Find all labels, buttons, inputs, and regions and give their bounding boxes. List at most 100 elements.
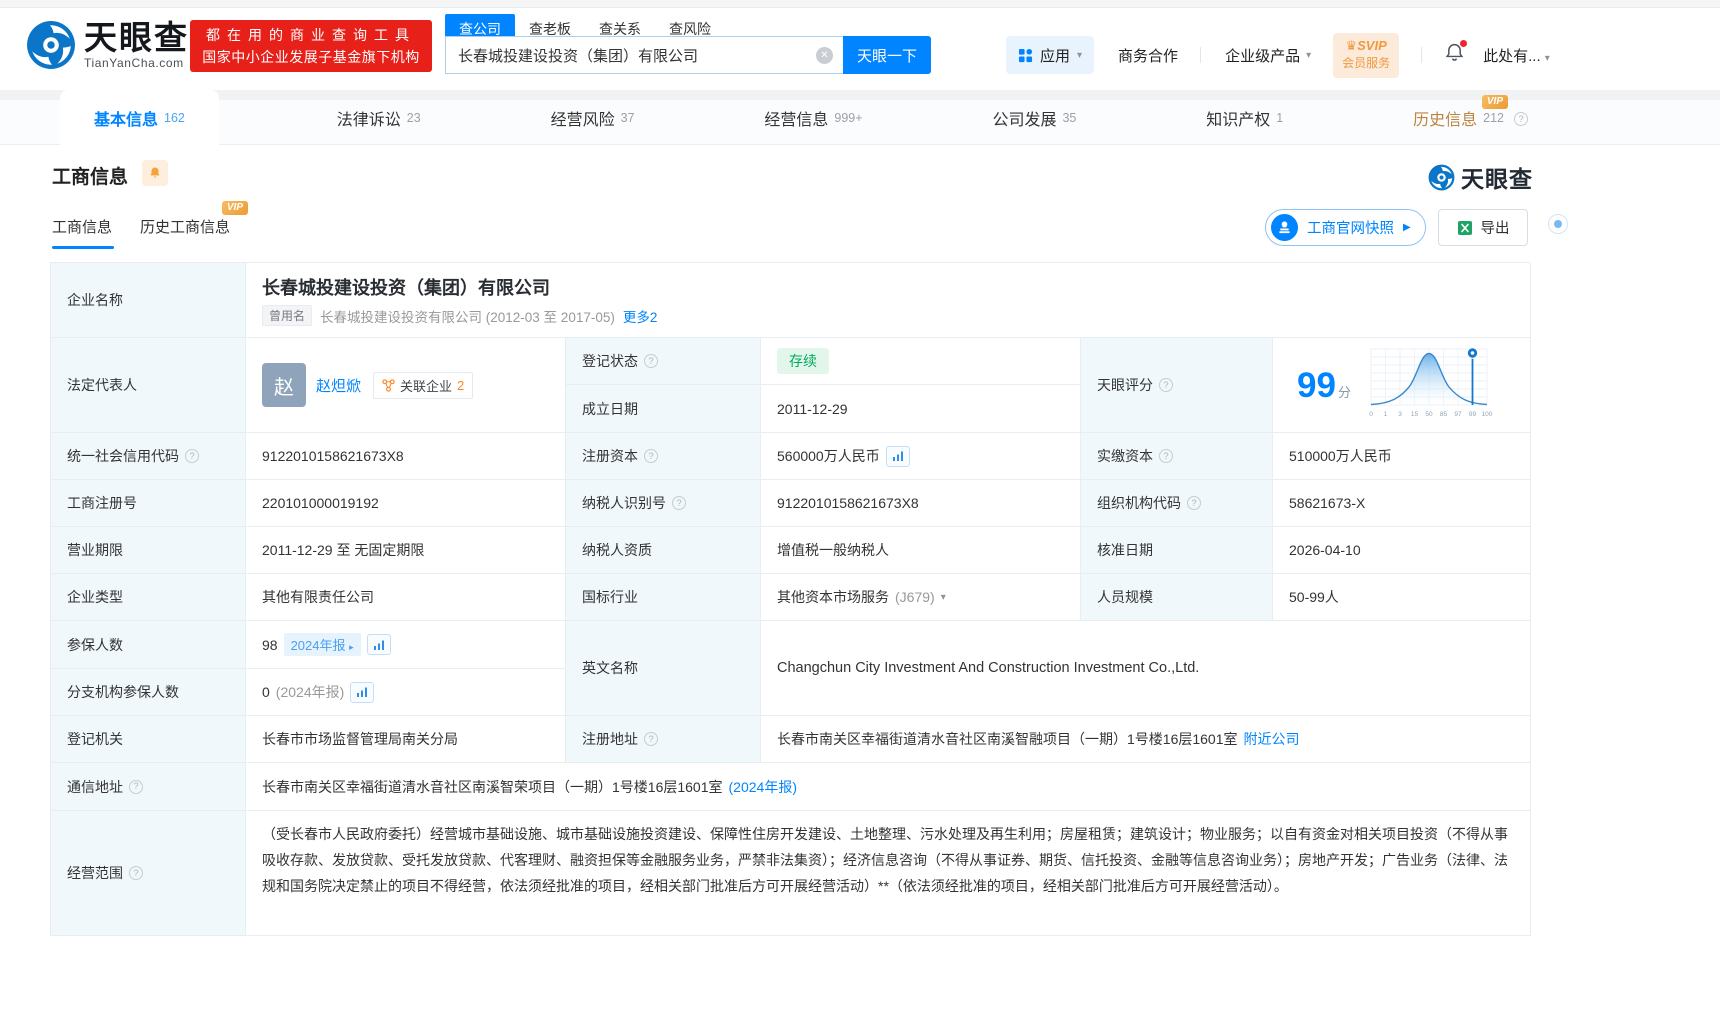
svip-member-button[interactable]: ♛SVIP 会员服务 (1333, 32, 1400, 78)
field-label-reg-capital: 注册资本 (566, 433, 761, 480)
field-label-reg-address: 注册地址 (566, 716, 761, 763)
widget-dot-icon (1554, 220, 1562, 228)
help-icon[interactable] (644, 354, 658, 368)
org-code-value: 58621673-X (1273, 480, 1531, 527)
promo-badge: 都在用的商业查询工具 国家中小企业发展子基金旗下机构 (190, 20, 432, 72)
field-label-establish-date: 成立日期 (566, 385, 761, 433)
tab-count: 37 (620, 110, 635, 125)
promo-line2: 国家中小企业发展子基金旗下机构 (202, 49, 420, 65)
export-label: 导出 (1480, 221, 1510, 237)
svg-text:97: 97 (1454, 411, 1462, 418)
username: 此处有... (1483, 47, 1541, 65)
help-icon[interactable] (644, 732, 658, 746)
user-menu[interactable]: 此处有... ▾ (1483, 45, 1550, 66)
tab-legal-litigation[interactable]: 法律诉讼 23 (325, 90, 433, 145)
monitor-bell-button[interactable] (142, 160, 168, 186)
subtab-business-registration[interactable]: 工商信息 (52, 216, 115, 249)
section-title: 工商信息 (52, 167, 129, 188)
tab-history-info[interactable]: VIP 历史信息 212 (1401, 90, 1530, 145)
tyc-score-cell[interactable]: 99 分 0 1 3 15 50 85 97 99 100 (1273, 338, 1531, 433)
tab-count: 23 (406, 110, 421, 125)
page: 天眼查 TianYanCha.com 都在用的商业查询工具 国家中小企业发展子基… (0, 0, 1720, 1036)
legal-rep-name-link[interactable]: 赵炟焮 (316, 375, 361, 396)
help-icon[interactable] (672, 496, 686, 510)
help-icon[interactable] (1159, 378, 1173, 392)
subtab-label: 历史工商信息 (140, 219, 231, 236)
apps-label: 应用 (1040, 47, 1071, 65)
clear-search-icon[interactable]: ✕ (816, 46, 833, 64)
field-label-approval-date: 核准日期 (1081, 527, 1273, 574)
mail-address-cell: 长春市南关区幸福街道清水音社区南溪智荣项目（一期）1号楼16层1601室 (20… (246, 763, 1531, 811)
business-scope-value: （受长春市人民政府委托）经营城市基础设施、城市基础设施投资建设、保障性住房开发建… (246, 811, 1531, 936)
tab-label: 经营风险 (550, 111, 615, 129)
svg-text:15: 15 (1411, 411, 1419, 418)
grid-icon (1018, 48, 1033, 62)
export-button[interactable]: 导出 (1438, 209, 1528, 246)
tab-basic-info[interactable]: 基本信息 162 (60, 90, 219, 145)
bell-icon (150, 167, 160, 178)
tab-operation-risk[interactable]: 经营风险 37 (539, 90, 647, 145)
notifications-button[interactable] (1444, 40, 1468, 68)
search-input[interactable] (446, 46, 816, 64)
field-label-insured-count: 参保人数 (51, 621, 246, 669)
more-link[interactable]: 更多2 (623, 306, 658, 326)
tab-intellectual-property[interactable]: 知识产权 1 (1194, 90, 1295, 145)
field-label-reg-authority: 登记机关 (51, 716, 246, 763)
insured-count-cell: 98 2024年报 ▸ (246, 621, 566, 669)
chevron-down-icon: ▾ (1544, 52, 1550, 64)
label-text: 纳税人识别号 (582, 495, 666, 511)
svg-text:3: 3 (1398, 411, 1402, 418)
site-logo[interactable]: 天眼查 TianYanCha.com (26, 20, 189, 70)
help-icon[interactable] (1514, 112, 1528, 126)
help-icon[interactable] (129, 866, 143, 880)
nearby-companies-link[interactable]: 附近公司 (1244, 729, 1300, 749)
help-icon[interactable] (1187, 496, 1201, 510)
branch-insured-value: 0 (262, 684, 270, 700)
related-companies-badge[interactable]: 关联企业 2 (373, 371, 474, 399)
field-label-english-name: 英文名称 (566, 621, 761, 716)
former-name: 长春城投建设投资有限公司 (2012-03 至 2017-05) (320, 309, 615, 325)
annual-report-badge[interactable]: 2024年报 ▸ (283, 633, 361, 656)
tab-count: 999+ (834, 110, 863, 125)
field-label-business-term: 营业期限 (51, 527, 246, 574)
business-term-value: 2011-12-29 至 无固定期限 (246, 527, 566, 574)
field-label-reg-status: 登记状态 (566, 338, 761, 385)
apps-button[interactable]: 应用 ▾ (1006, 36, 1095, 74)
tab-label: 基本信息 (94, 111, 159, 129)
official-snapshot-button[interactable]: 工商官网快照 ▶ (1265, 209, 1426, 246)
help-icon[interactable] (644, 449, 658, 463)
chevron-down-icon[interactable]: ▾ (941, 592, 946, 603)
legal-rep-cell: 赵 赵炟焮 关联企业 2 (246, 338, 566, 433)
top-strip (0, 0, 1720, 8)
tab-label: 经营信息 (764, 111, 829, 129)
subtab-history-registration[interactable]: VIP 历史工商信息 (140, 201, 249, 237)
branch-insured-cell: 0 (2024年报) (246, 669, 566, 716)
avatar[interactable]: 赵 (262, 363, 306, 407)
trend-chart-icon[interactable] (885, 445, 910, 467)
enterprise-products-link[interactable]: 企业级产品 (1225, 45, 1300, 66)
help-icon[interactable] (1159, 449, 1173, 463)
score-value: 99 (1297, 365, 1336, 405)
field-label-company-type: 企业类型 (51, 574, 246, 621)
chart-x-ticks: 0 1 3 15 50 85 97 99 100 (1369, 411, 1493, 418)
company-name-cell: 长春城投建设投资（集团）有限公司 曾用名 长春城投建设投资有限公司 (2012-… (246, 263, 1531, 338)
label-text: 经营范围 (67, 865, 123, 881)
search-button[interactable]: 天眼一下 (843, 36, 931, 74)
help-icon[interactable] (129, 779, 143, 794)
floating-widget[interactable] (1548, 214, 1568, 234)
field-label-branch-insured: 分支机构参保人数 (51, 669, 246, 716)
help-icon[interactable] (185, 449, 199, 463)
tab-company-development[interactable]: 公司发展 35 (980, 90, 1088, 145)
trend-chart-icon[interactable] (366, 634, 391, 655)
snapshot-label: 工商官网快照 (1307, 221, 1394, 237)
trend-chart-icon[interactable] (350, 681, 375, 703)
tab-business-info[interactable]: 经营信息 999+ (752, 90, 874, 145)
section-watermark-logo: 天眼查 (1428, 160, 1533, 194)
reg-number-value: 220101000019192 (246, 480, 566, 527)
reg-address-value: 长春市南关区幸福街道清水音社区南溪智融项目（一期）1号楼16层1601室 (777, 731, 1238, 747)
biz-cooperation-link[interactable]: 商务合作 (1118, 45, 1178, 66)
business-info-table: 企业名称 长春城投建设投资（集团）有限公司 曾用名 长春城投建设投资有限公司 (… (50, 262, 1531, 936)
reg-status-cell: 存续 (761, 338, 1081, 385)
annual-report-link[interactable]: (2024年报) (729, 777, 797, 797)
brand-domain: TianYanCha.com (84, 56, 184, 70)
